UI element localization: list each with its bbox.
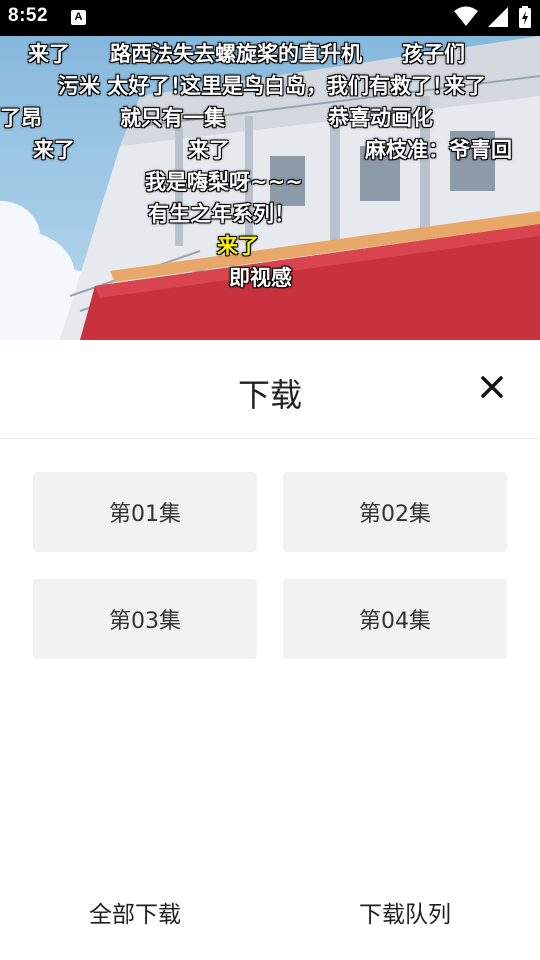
danmaku-comment: 污米 太好了！ — [58, 74, 192, 98]
bottom-actions: 全部下载 下载队列 — [0, 888, 540, 942]
signal-icon — [487, 7, 508, 27]
status-icons — [453, 6, 532, 30]
danmaku-comment: 这里是鸟白岛，我们有救了！ — [180, 74, 453, 98]
wifi-icon — [453, 6, 478, 26]
danmaku-comment: 来了 — [188, 138, 230, 162]
danmaku-comment: 麻枝准：爷青回 — [365, 138, 512, 162]
close-icon — [481, 376, 503, 398]
danmaku-comment: 来了 — [28, 42, 70, 66]
download-sheet: 下载 第01集 第02集 第03集 第04集 全部下载 下载队列 — [0, 340, 540, 960]
episode-button-01[interactable]: 第01集 — [33, 472, 257, 552]
download-queue-button[interactable]: 下载队列 — [270, 888, 540, 942]
danmaku-comment: 来了 — [444, 74, 486, 98]
a-icon: A — [71, 10, 86, 25]
video-player[interactable]: 来了 路西法失去螺旋桨的直升机 孩子们 污米 太好了！ 这里是鸟白岛，我们有救了… — [0, 36, 540, 340]
sheet-header: 下载 — [0, 340, 540, 439]
danmaku-comment-highlight: 来了 — [217, 234, 259, 258]
danmaku-comment: 恭喜动画化 — [328, 106, 433, 130]
download-all-button[interactable]: 全部下载 — [0, 888, 270, 942]
episode-button-02[interactable]: 第02集 — [283, 472, 507, 552]
danmaku-comment: 孩子们 — [402, 42, 465, 66]
status-bar: 8:52 A — [0, 0, 540, 36]
battery-icon — [519, 6, 531, 28]
danmaku-comment: 有生之年系列！ — [148, 202, 295, 226]
episode-button-03[interactable]: 第03集 — [33, 579, 257, 659]
danmaku-comment: 即视感 — [229, 266, 292, 290]
danmaku-comment: 来了 — [33, 138, 75, 162]
danmaku-comment: 路西法失去螺旋桨的直升机 — [110, 42, 362, 66]
sheet-title: 下载 — [237, 376, 302, 414]
status-time: 8:52 — [8, 5, 49, 26]
danmaku-comment: 就只有一集 — [120, 106, 225, 130]
episode-button-04[interactable]: 第04集 — [283, 579, 507, 659]
close-button[interactable] — [476, 371, 508, 403]
danmaku-layer: 来了 路西法失去螺旋桨的直升机 孩子们 污米 太好了！ 这里是鸟白岛，我们有救了… — [0, 36, 540, 340]
danmaku-comment: 了昂 — [0, 106, 42, 130]
danmaku-comment: 我是嗨梨呀~~~ — [145, 170, 303, 194]
